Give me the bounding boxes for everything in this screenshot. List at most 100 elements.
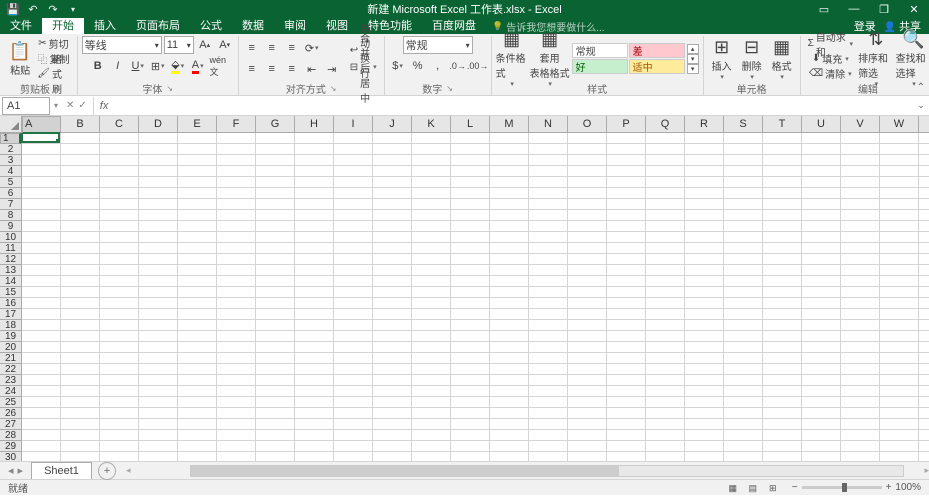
column-header-J[interactable]: J xyxy=(373,116,412,132)
name-box[interactable]: A1 xyxy=(2,97,50,115)
paste-button[interactable]: 📋粘贴 xyxy=(8,37,32,81)
sheet-nav[interactable]: ◂▸ xyxy=(0,464,31,477)
hscroll-thumb[interactable] xyxy=(191,466,618,476)
row-header-8[interactable]: 8 xyxy=(0,210,21,221)
row-header-30[interactable]: 30 xyxy=(0,452,21,461)
row-header-2[interactable]: 2 xyxy=(0,144,21,155)
column-header-H[interactable]: H xyxy=(295,116,334,132)
select-all-corner[interactable] xyxy=(0,116,22,132)
borders-button[interactable]: ⊞ xyxy=(149,57,167,75)
row-header-9[interactable]: 9 xyxy=(0,221,21,232)
tab-file[interactable]: 文件 xyxy=(0,18,42,34)
row-header-19[interactable]: 19 xyxy=(0,331,21,342)
gallery-scroll[interactable]: ▴▾▾ xyxy=(687,44,699,74)
qat-customize-icon[interactable]: ▾ xyxy=(66,2,80,16)
merge-center-button[interactable]: ⊟ 合并后居中 xyxy=(347,60,380,74)
tab-view[interactable]: 视图 xyxy=(316,18,358,34)
next-sheet-icon[interactable]: ▸ xyxy=(18,464,24,477)
align-right-button[interactable]: ≡ xyxy=(283,60,301,78)
row-header-6[interactable]: 6 xyxy=(0,188,21,199)
alignment-launcher-icon[interactable]: ↘ xyxy=(330,84,337,93)
clipboard-launcher-icon[interactable]: ↘ xyxy=(54,84,61,93)
column-header-L[interactable]: L xyxy=(451,116,490,132)
align-bottom-button[interactable]: ≡ xyxy=(283,39,301,57)
font-name-select[interactable]: 等线▾ xyxy=(82,36,162,54)
row-header-26[interactable]: 26 xyxy=(0,408,21,419)
font-color-button[interactable]: A xyxy=(189,57,207,75)
align-middle-button[interactable]: ≡ xyxy=(263,39,281,57)
expand-formula-bar-icon[interactable]: ⌄ xyxy=(913,100,929,111)
decrease-indent-button[interactable]: ⇤ xyxy=(303,60,321,78)
sort-filter-button[interactable]: ⇅排序和筛选 xyxy=(858,37,894,81)
zoom-level[interactable]: 100% xyxy=(895,482,921,493)
enter-formula-icon[interactable]: ✓ xyxy=(78,100,86,111)
view-normal-icon[interactable]: ▦ xyxy=(724,481,742,495)
view-page-layout-icon[interactable]: ▤ xyxy=(744,481,762,495)
row-header-5[interactable]: 5 xyxy=(0,177,21,188)
style-bad[interactable]: 差 xyxy=(629,43,685,58)
row-header-14[interactable]: 14 xyxy=(0,276,21,287)
column-header-I[interactable]: I xyxy=(334,116,373,132)
row-header-28[interactable]: 28 xyxy=(0,430,21,441)
tab-formulas[interactable]: 公式 xyxy=(190,18,232,34)
column-header-C[interactable]: C xyxy=(100,116,139,132)
column-header-E[interactable]: E xyxy=(178,116,217,132)
fill-button[interactable]: ⬇ 填充 xyxy=(805,52,856,66)
row-header-3[interactable]: 3 xyxy=(0,155,21,166)
row-header-22[interactable]: 22 xyxy=(0,364,21,375)
undo-icon[interactable]: ↶ xyxy=(26,2,40,16)
hscroll-left-icon[interactable]: ◂ xyxy=(126,465,131,476)
insert-cells-button[interactable]: ⊞插入 xyxy=(708,37,736,81)
row-header-11[interactable]: 11 xyxy=(0,243,21,254)
column-header-V[interactable]: V xyxy=(841,116,880,132)
row-header-18[interactable]: 18 xyxy=(0,320,21,331)
close-icon[interactable]: ✕ xyxy=(899,0,929,18)
style-neutral[interactable]: 适中 xyxy=(629,59,685,74)
delete-cells-button[interactable]: ⊟删除 xyxy=(738,37,766,81)
row-header-12[interactable]: 12 xyxy=(0,254,21,265)
row-header-23[interactable]: 23 xyxy=(0,375,21,386)
hscroll-right-icon[interactable]: ▸ xyxy=(924,465,929,476)
column-header-B[interactable]: B xyxy=(61,116,100,132)
format-as-table-button[interactable]: ▦套用 表格格式 xyxy=(530,37,570,81)
collapse-ribbon-icon[interactable]: ⌃ xyxy=(917,82,925,93)
view-page-break-icon[interactable]: ⊞ xyxy=(764,481,782,495)
column-header-D[interactable]: D xyxy=(139,116,178,132)
orientation-button[interactable]: ⟳ xyxy=(303,39,321,57)
font-size-select[interactable]: 11▾ xyxy=(164,36,194,54)
redo-icon[interactable]: ↷ xyxy=(46,2,60,16)
tab-home[interactable]: 开始 xyxy=(42,18,84,34)
row-header-27[interactable]: 27 xyxy=(0,419,21,430)
maximize-icon[interactable]: ❐ xyxy=(869,0,899,18)
column-header-K[interactable]: K xyxy=(412,116,451,132)
column-header-N[interactable]: N xyxy=(529,116,568,132)
namebox-dropdown-icon[interactable]: ▾ xyxy=(52,101,60,110)
row-header-24[interactable]: 24 xyxy=(0,386,21,397)
clear-button[interactable]: ⌫ 清除 xyxy=(805,67,856,81)
cells-area[interactable] xyxy=(22,133,929,461)
column-header-G[interactable]: G xyxy=(256,116,295,132)
tab-data[interactable]: 数据 xyxy=(232,18,274,34)
row-header-13[interactable]: 13 xyxy=(0,265,21,276)
find-select-button[interactable]: 🔍查找和选择 xyxy=(896,37,929,81)
underline-button[interactable]: U xyxy=(129,57,147,75)
format-painter-button[interactable]: 🖌 格式刷 xyxy=(34,67,72,81)
column-header-P[interactable]: P xyxy=(607,116,646,132)
row-header-16[interactable]: 16 xyxy=(0,298,21,309)
row-header-15[interactable]: 15 xyxy=(0,287,21,298)
format-cells-button[interactable]: ▦格式 xyxy=(768,37,796,81)
tab-review[interactable]: 审阅 xyxy=(274,18,316,34)
row-header-4[interactable]: 4 xyxy=(0,166,21,177)
cut-button[interactable]: ✂ 剪切 xyxy=(34,37,72,51)
shrink-font-button[interactable]: A▾ xyxy=(216,36,234,54)
comma-button[interactable]: , xyxy=(429,57,447,75)
tab-baidu[interactable]: 百度网盘 xyxy=(422,18,486,34)
column-header-W[interactable]: W xyxy=(880,116,919,132)
row-header-10[interactable]: 10 xyxy=(0,232,21,243)
row-header-1[interactable]: 1 xyxy=(0,133,21,144)
column-header-S[interactable]: S xyxy=(724,116,763,132)
increase-indent-button[interactable]: ⇥ xyxy=(323,60,341,78)
save-icon[interactable]: 💾 xyxy=(6,2,20,16)
align-top-button[interactable]: ≡ xyxy=(243,39,261,57)
column-header-Q[interactable]: Q xyxy=(646,116,685,132)
